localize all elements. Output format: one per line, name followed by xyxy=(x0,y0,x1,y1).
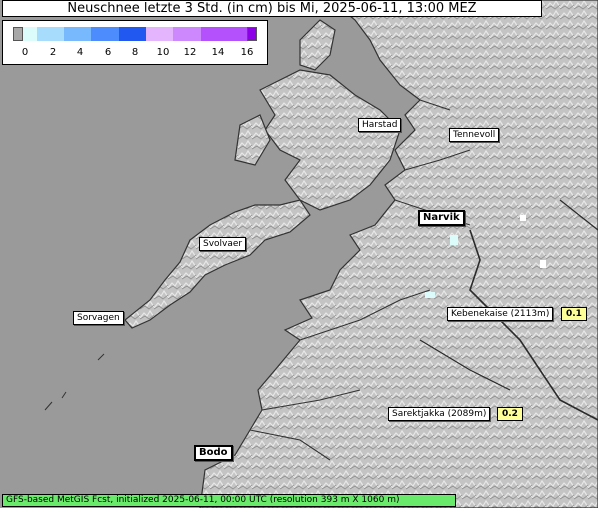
legend-tick: 4 xyxy=(76,47,84,58)
legend-tick: 10 xyxy=(156,47,170,58)
place-label-svolvaer: Svolvaer xyxy=(199,237,247,251)
legend-swatch xyxy=(64,27,91,41)
legend-tick: 6 xyxy=(104,47,112,58)
place-label-sarektjakka: Sarektjakka (2089m) xyxy=(388,407,491,421)
legend-color-bar xyxy=(13,27,259,41)
place-label-tennevoll: Tennevoll xyxy=(449,128,500,142)
snow-patch xyxy=(520,215,526,221)
legend-tick: 12 xyxy=(183,47,197,58)
place-label-harstad: Harstad xyxy=(358,118,402,132)
legend-swatch xyxy=(146,27,173,41)
place-label-bodo: Bodo xyxy=(194,445,233,461)
legend-tick: 8 xyxy=(131,47,139,58)
snow-patch xyxy=(450,235,458,245)
legend: 0 2 4 6 8 10 12 14 16 xyxy=(2,20,268,65)
value-badge-sarektjakka: 0.2 xyxy=(497,407,523,421)
legend-swatch xyxy=(37,27,64,41)
snow-patch xyxy=(540,260,546,268)
legend-swatch xyxy=(247,27,257,41)
legend-swatch xyxy=(173,27,201,41)
legend-tick: 14 xyxy=(211,47,225,58)
terrain-map xyxy=(0,0,598,508)
legend-swatch xyxy=(13,27,23,41)
legend-swatch xyxy=(23,27,37,41)
forecast-info-footer: GFS-based MetGIS Fcst, initialized 2025-… xyxy=(2,494,456,507)
legend-swatch xyxy=(201,27,247,41)
snow-patch xyxy=(425,292,435,298)
place-label-narvik: Narvik xyxy=(418,210,465,226)
place-label-kebenekaise: Kebenekaise (2113m) xyxy=(447,307,554,321)
legend-swatch xyxy=(119,27,146,41)
legend-tick: 0 xyxy=(21,47,29,58)
value-badge-kebenekaise: 0.1 xyxy=(561,307,587,321)
place-label-sorvagen: Sorvagen xyxy=(73,311,124,325)
legend-tick: 16 xyxy=(240,47,254,58)
map-title: Neuschnee letzte 3 Std. (in cm) bis Mi, … xyxy=(2,0,542,17)
legend-swatch xyxy=(91,27,119,41)
legend-tick: 2 xyxy=(49,47,57,58)
